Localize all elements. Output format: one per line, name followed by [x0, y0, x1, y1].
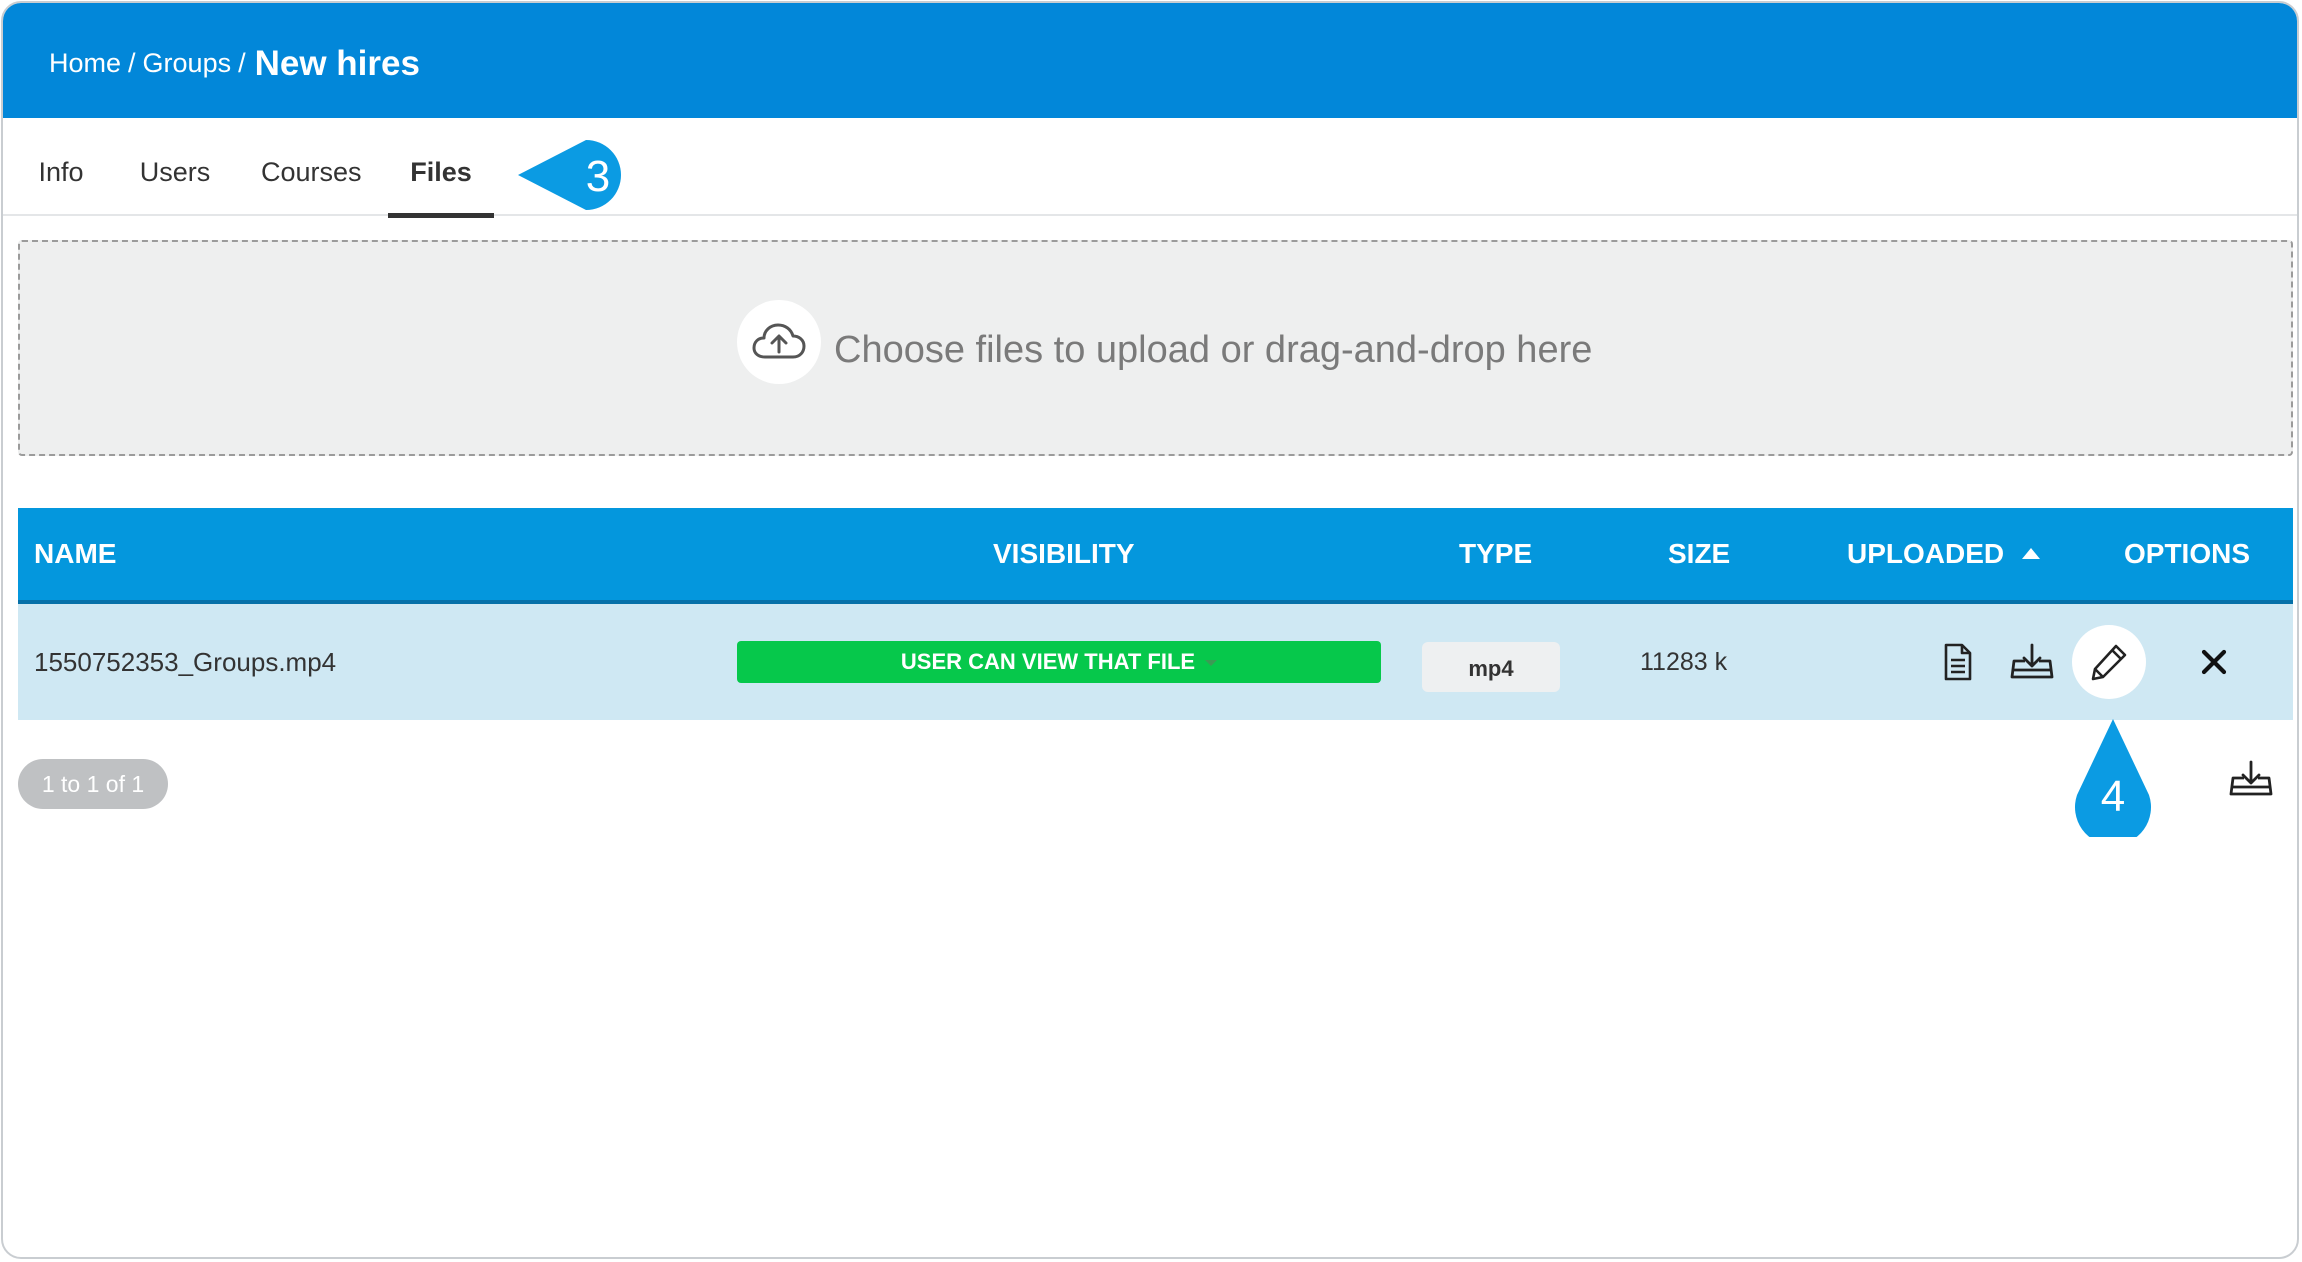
tab-info[interactable]: Info	[37, 118, 85, 216]
breadcrumb: Home / Groups / New hires	[49, 3, 420, 124]
step-callout-4: 4	[2075, 719, 2151, 837]
preview-icon	[1944, 643, 1972, 681]
download-button[interactable]	[2002, 632, 2062, 692]
column-header-size[interactable]: SIZE	[1668, 508, 1730, 600]
preview-button[interactable]	[1928, 632, 1988, 692]
file-type-badge: mp4	[1422, 642, 1560, 692]
upload-instructions: Choose files to upload or drag-and-drop …	[834, 329, 1593, 371]
delete-icon	[2201, 649, 2227, 675]
edit-icon	[2091, 644, 2127, 681]
page-title: New hires	[254, 43, 420, 83]
tab-bar: Info Users Courses Files	[3, 118, 2297, 218]
download-icon	[2010, 643, 2054, 679]
column-header-visibility[interactable]: VISIBILITY	[993, 508, 1135, 600]
sort-ascending-icon	[2022, 548, 2041, 559]
visibility-dropdown[interactable]: USER CAN VIEW THAT FILE	[737, 641, 1381, 683]
table-row: 1550752353_Groups.mp4 USER CAN VIEW THAT…	[18, 604, 2293, 720]
column-header-options: OPTIONS	[2124, 538, 2251, 569]
breadcrumb-home-link[interactable]: Home	[49, 48, 121, 79]
breadcrumb-separator: /	[238, 48, 246, 78]
download-icon	[2229, 760, 2273, 796]
cloud-upload-icon	[737, 300, 821, 384]
tab-users[interactable]: Users	[139, 118, 211, 216]
step-callout-3: 3	[518, 140, 621, 210]
tab-files[interactable]: Files	[388, 118, 494, 218]
app-window: Home / Groups / New hires Info Users Cou…	[1, 1, 2299, 1259]
column-header-name[interactable]: NAME	[34, 508, 116, 600]
tab-courses[interactable]: Courses	[261, 118, 362, 216]
files-table-header: NAME VISIBILITY TYPE SIZE UPLOADED OPTIO…	[18, 508, 2293, 604]
export-button[interactable]	[2221, 749, 2281, 809]
breadcrumb-separator: /	[128, 48, 136, 78]
chevron-down-icon	[1205, 660, 1218, 666]
edit-button[interactable]	[2072, 625, 2146, 699]
step-number: 3	[586, 152, 610, 201]
page-header: Home / Groups / New hires	[3, 3, 2297, 118]
column-header-uploaded-label: UPLOADED	[1847, 538, 2005, 569]
pagination-info: 1 to 1 of 1	[18, 759, 168, 809]
step-number: 4	[2101, 772, 2125, 821]
file-name: 1550752353_Groups.mp4	[34, 647, 337, 677]
upload-dropzone[interactable]: Choose files to upload or drag-and-drop …	[18, 240, 2293, 456]
file-size: 11283 k	[1640, 648, 1728, 676]
column-header-type[interactable]: TYPE	[1459, 508, 1532, 600]
delete-button[interactable]	[2184, 632, 2244, 692]
breadcrumb-groups-link[interactable]: Groups	[143, 48, 232, 79]
visibility-dropdown-value: USER CAN VIEW THAT FILE	[900, 649, 1196, 674]
column-header-uploaded[interactable]: UPLOADED	[1847, 508, 2041, 600]
